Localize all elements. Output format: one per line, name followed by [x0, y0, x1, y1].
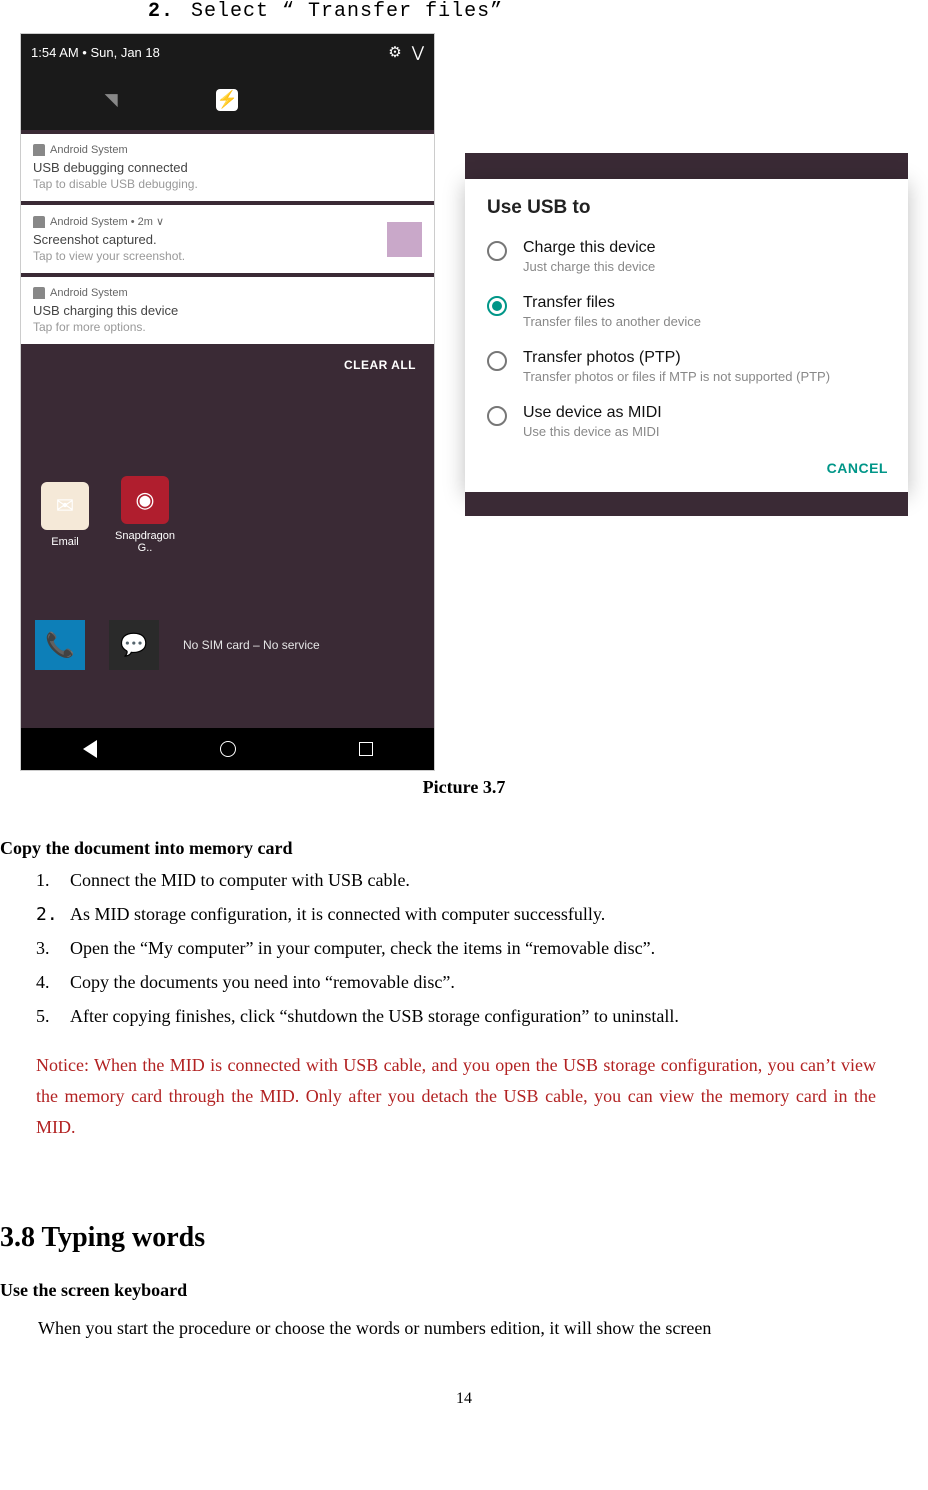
android-icon — [33, 287, 45, 299]
status-time: 1:54 AM • Sun, Jan 18 — [31, 45, 160, 60]
notif-3-hdr: Android System — [50, 287, 128, 299]
phone-app-icon[interactable]: 📞 — [35, 620, 85, 670]
option-sub: Use this device as MIDI — [523, 424, 662, 439]
usb-dialog-screenshot: Use USB to Charge this device Just charg… — [465, 153, 908, 516]
figures-row: 1:54 AM • Sun, Jan 18 ⚙ ⋁ ◥ ⚡ Android Sy… — [0, 31, 928, 771]
email-icon: ✉ — [41, 482, 89, 530]
notice-text: Notice: When the MID is connected with U… — [36, 1050, 876, 1142]
gear-icon[interactable]: ⚙ — [388, 43, 401, 61]
phone-left-screenshot: 1:54 AM • Sun, Jan 18 ⚙ ⋁ ◥ ⚡ Android Sy… — [20, 33, 435, 771]
radio-icon — [487, 241, 507, 261]
option-sub: Just charge this device — [523, 259, 656, 274]
notif-3-sub: Tap for more options. — [33, 320, 422, 334]
screenshot-thumbnail — [387, 222, 422, 257]
list-item: 5.After copying finishes, click “shutdow… — [36, 1003, 912, 1031]
snapdragon-icon: ◉ — [121, 476, 169, 524]
sub-heading: Use the screen keyboard — [0, 1280, 912, 1301]
messages-app-icon[interactable]: 💬 — [109, 620, 159, 670]
battery-icon[interactable]: ⚡ — [216, 89, 238, 111]
li-text: As MID storage configuration, it is conn… — [70, 901, 605, 929]
notif-2-title: Screenshot captured. — [33, 232, 185, 247]
numbered-list: 1.Connect the MID to computer with USB c… — [36, 867, 912, 1030]
notif-1-title: USB debugging connected — [33, 160, 422, 175]
clear-all-button[interactable]: CLEAR ALL — [21, 344, 434, 386]
app-snapdragon[interactable]: ◉ Snapdragon G.. — [115, 476, 175, 554]
android-icon — [33, 144, 45, 156]
notif-2-hdr: Android System • 2m ∨ — [50, 215, 164, 228]
notif-2-sub: Tap to view your screenshot. — [33, 249, 185, 263]
app-snap-label: Snapdragon G.. — [115, 530, 175, 554]
li-text: Open the “My computer” in your computer,… — [70, 935, 655, 963]
dialog-title: Use USB to — [465, 197, 908, 229]
body-paragraph: When you start the procedure or choose t… — [38, 1315, 912, 1342]
radio-icon — [487, 406, 507, 426]
status-bar: 1:54 AM • Sun, Jan 18 ⚙ ⋁ — [21, 34, 434, 70]
expand-icon[interactable]: ⋁ — [412, 43, 424, 61]
option-label: Transfer photos (PTP) — [523, 349, 830, 367]
notif-1-hdr: Android System — [50, 144, 128, 156]
heading-3-8: 3.8 Typing words — [0, 1222, 912, 1254]
app-email-label: Email — [35, 536, 95, 548]
nav-bar — [21, 728, 434, 770]
no-sim-text: No SIM card – No service — [183, 638, 320, 652]
home-button[interactable] — [220, 741, 236, 757]
option-sub: Transfer files to another device — [523, 314, 701, 329]
notification-2[interactable]: Android System • 2m ∨ Screenshot capture… — [21, 205, 434, 273]
step-text: Select “ Transfer files” — [191, 0, 503, 23]
back-button[interactable] — [83, 740, 97, 758]
recent-button[interactable] — [359, 742, 373, 756]
step-number: 2. — [148, 0, 174, 23]
bottom-dock: 📞 💬 No SIM card – No service — [21, 620, 434, 670]
li-text: After copying finishes, click “shutdown … — [70, 1003, 679, 1031]
app-email[interactable]: ✉ Email — [35, 482, 95, 548]
list-item: 3.Open the “My computer” in your compute… — [36, 935, 912, 963]
option-label: Use device as MIDI — [523, 404, 662, 422]
dock-row: ✉ Email ◉ Snapdragon G.. — [21, 476, 434, 554]
option-label: Transfer files — [523, 294, 701, 312]
notification-3[interactable]: Android System USB charging this device … — [21, 277, 434, 344]
step-2-line: 2. Select “ Transfer files” — [148, 0, 928, 23]
page-number: 14 — [0, 1390, 928, 1408]
notif-1-sub: Tap to disable USB debugging. — [33, 177, 422, 191]
option-charge[interactable]: Charge this device Just charge this devi… — [465, 229, 908, 284]
notif-3-title: USB charging this device — [33, 303, 422, 318]
list-item: 2.As MID storage configuration, it is co… — [36, 901, 912, 929]
figure-caption: Picture 3.7 — [0, 777, 928, 798]
dnd-icon[interactable]: ◥ — [96, 85, 126, 115]
usb-dialog: Use USB to Charge this device Just charg… — [465, 179, 908, 492]
radio-icon-selected — [487, 296, 507, 316]
option-label: Charge this device — [523, 239, 656, 257]
list-item: 4.Copy the documents you need into “remo… — [36, 969, 912, 997]
option-sub: Transfer photos or files if MTP is not s… — [523, 369, 830, 384]
option-midi[interactable]: Use device as MIDI Use this device as MI… — [465, 394, 908, 449]
list-item: 1.Connect the MID to computer with USB c… — [36, 867, 912, 895]
auto-icon[interactable] — [329, 85, 359, 115]
android-icon — [33, 216, 45, 228]
option-transfer-photos[interactable]: Transfer photos (PTP) Transfer photos or… — [465, 339, 908, 394]
radio-icon — [487, 351, 507, 371]
option-transfer-files[interactable]: Transfer files Transfer files to another… — [465, 284, 908, 339]
li-text: Connect the MID to computer with USB cab… — [70, 867, 410, 895]
section-title: Copy the document into memory card — [0, 838, 912, 859]
li-text: Copy the documents you need into “remova… — [70, 969, 455, 997]
brightness-row: ◥ ⚡ — [21, 70, 434, 130]
cancel-button[interactable]: CANCEL — [827, 460, 888, 476]
notification-1[interactable]: Android System USB debugging connected T… — [21, 134, 434, 201]
